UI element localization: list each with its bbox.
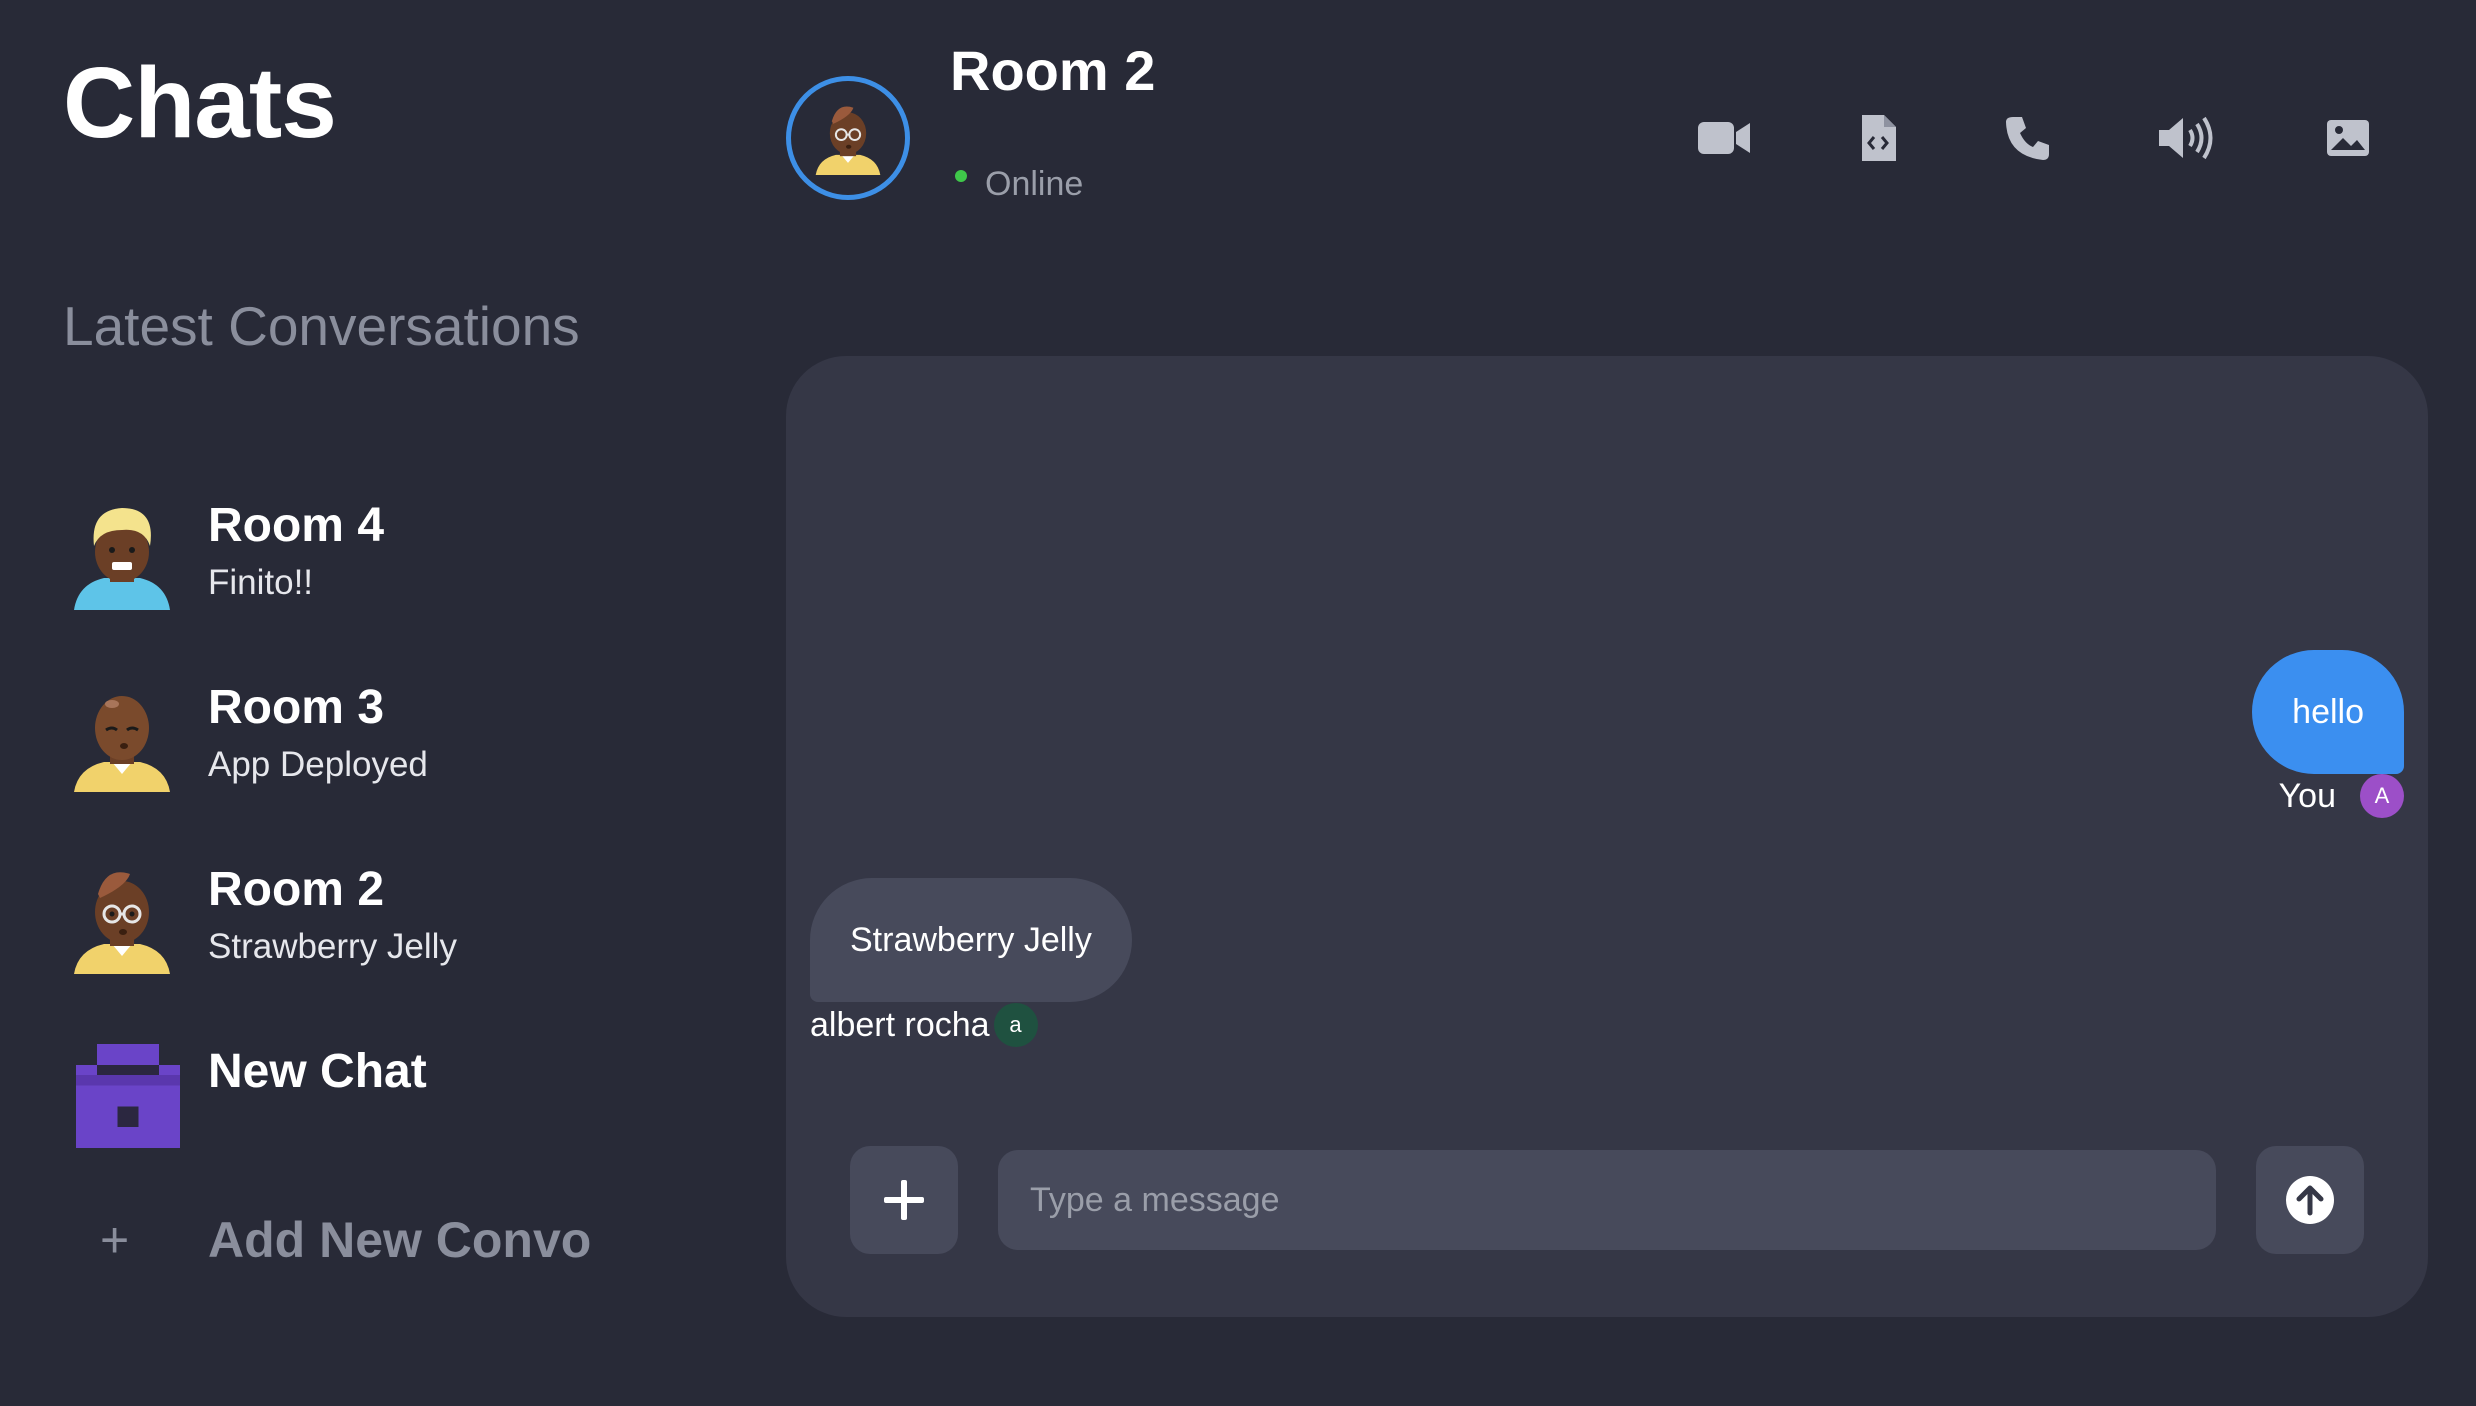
message-sender: albert rocha a: [810, 1003, 1038, 1047]
avatar-bald-icon: [70, 682, 174, 792]
conversation-preview: App Deployed: [208, 745, 428, 784]
conversation-name: Room 2: [208, 863, 385, 916]
avatar-blonde-icon: [70, 500, 174, 610]
message-input[interactable]: [998, 1150, 2216, 1250]
section-title: Latest Conversations: [63, 295, 580, 357]
room-title: Room 2: [950, 39, 1156, 102]
sender-name: You: [2278, 776, 2336, 815]
plus-icon: [884, 1180, 924, 1220]
send-button[interactable]: [2256, 1146, 2364, 1254]
online-dot-icon: [955, 169, 967, 182]
conversation-name: Room 3: [208, 681, 385, 734]
conversation-name: New Chat: [208, 1045, 427, 1098]
pixel-lock-icon: [70, 1044, 180, 1156]
image-icon: [2327, 120, 2369, 156]
conversation-room-4[interactable]: Room 4 Finito!!: [70, 499, 690, 640]
volume-button[interactable]: [2153, 106, 2217, 170]
conversation-preview: Finito!!: [208, 563, 314, 602]
status-text: Online: [985, 165, 1084, 203]
avatar-glasses-icon: [815, 106, 881, 176]
volume-icon: [2159, 116, 2213, 160]
sender-name: albert rocha: [810, 1005, 990, 1044]
arrow-up-circle-icon: [2286, 1176, 2334, 1224]
file-code-icon: [1862, 115, 1896, 161]
message-sender: You A: [2279, 774, 2404, 818]
conversation-preview: Strawberry Jelly: [208, 927, 457, 966]
conversation-room-2[interactable]: Room 2 Strawberry Jelly: [70, 863, 690, 1004]
attach-button[interactable]: [850, 1146, 958, 1254]
add-new-convo-label: Add New Convo: [208, 1212, 592, 1268]
sender-avatar-badge: a: [993, 1003, 1038, 1047]
app-title: Chats: [63, 47, 337, 159]
message-bubble-outgoing[interactable]: hello: [2252, 650, 2404, 774]
plus-icon: +: [100, 1212, 130, 1268]
video-icon: [1698, 122, 1750, 154]
room-avatar[interactable]: [786, 76, 910, 200]
sidebar: Chats Latest Conversations Room 4 Finito…: [0, 0, 760, 1406]
conversation-name: Room 4: [208, 499, 385, 552]
message-bubble-incoming[interactable]: Strawberry Jelly: [810, 878, 1132, 1002]
status-indicator: Online: [955, 165, 1083, 204]
image-button[interactable]: [2316, 106, 2380, 170]
avatar-glasses-icon: [70, 864, 174, 974]
add-new-convo-button[interactable]: + Add New Convo: [100, 1205, 720, 1275]
chat-panel: hello You A Strawberry Jelly albert roch…: [786, 356, 2428, 1317]
phone-call-button[interactable]: [1995, 106, 2059, 170]
file-code-button[interactable]: [1846, 106, 1910, 170]
conversation-room-3[interactable]: Room 3 App Deployed: [70, 681, 690, 822]
phone-icon: [2006, 117, 2049, 160]
video-call-button[interactable]: [1692, 106, 1756, 170]
chat-app: Chats Latest Conversations Room 4 Finito…: [0, 0, 2476, 1406]
conversation-new-chat[interactable]: New Chat: [70, 1044, 690, 1186]
sender-avatar-badge: A: [2360, 774, 2404, 818]
